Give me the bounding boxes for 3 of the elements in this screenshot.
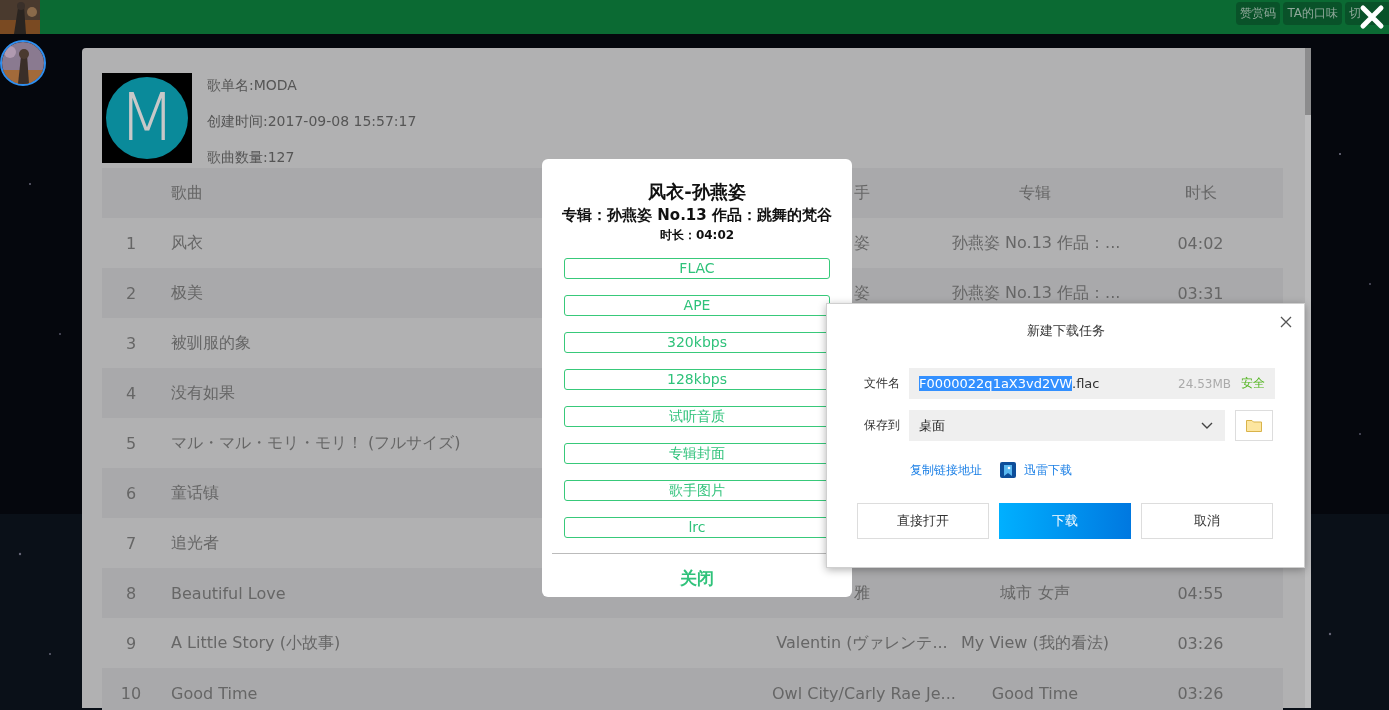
close-icon — [1359, 4, 1385, 30]
top-bar-button[interactable]: TA的口味 — [1283, 2, 1342, 25]
top-bar-button[interactable]: 赞赏码 — [1236, 2, 1281, 25]
